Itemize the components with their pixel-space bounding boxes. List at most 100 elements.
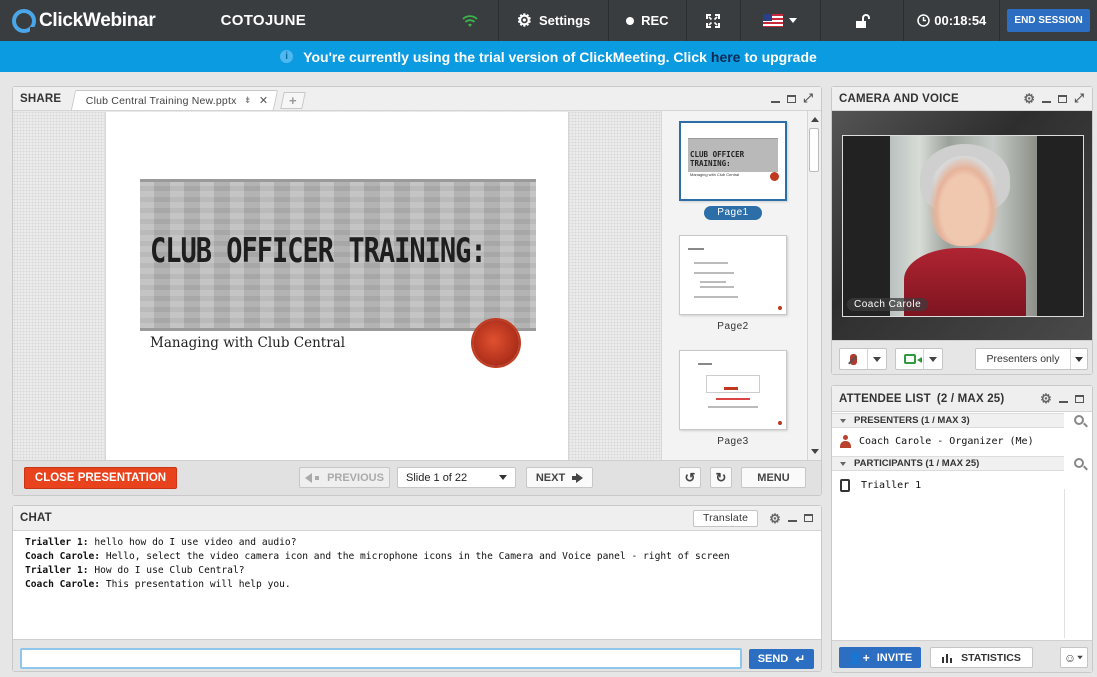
search-icon[interactable]: [1074, 415, 1084, 425]
previous-slide-button[interactable]: PREVIOUS: [299, 467, 390, 488]
microphone-dropdown[interactable]: [868, 349, 886, 369]
thumb-line: [694, 272, 734, 274]
video-face: [928, 156, 1000, 246]
message-author: Trialler 1:: [25, 565, 89, 576]
thumb-subtitle: Managing with Club Central: [690, 172, 740, 177]
upgrade-link[interactable]: here: [711, 49, 741, 65]
participants-header: PARTICIPANTS (1 / MAX 25): [854, 458, 980, 469]
thumbnail-page3[interactable]: [679, 350, 787, 430]
minimize-icon[interactable]: [771, 100, 781, 103]
invite-button[interactable]: 👤+ INVITE: [839, 647, 921, 668]
minimize-icon[interactable]: [1042, 100, 1052, 103]
chevron-down-icon: [789, 18, 798, 23]
minimize-icon[interactable]: [788, 520, 797, 522]
thumbnail-label-page1[interactable]: Page1: [704, 206, 762, 220]
share-stage: CLUB OFFICER TRAINING: Managing with Clu…: [13, 111, 821, 460]
chat-message: Trialler 1: hello how do I use video and…: [25, 536, 805, 550]
share-title: SHARE: [20, 92, 62, 105]
pin-icon[interactable]: ⇟: [244, 95, 252, 106]
banner-text-end: to upgrade: [744, 48, 817, 65]
meeting-name: COTOJUNE: [220, 12, 307, 29]
minimize-icon[interactable]: [1059, 400, 1068, 403]
close-tab-icon[interactable]: ✕: [259, 94, 268, 107]
presenters-header: PRESENTERS (1 / MAX 3): [854, 415, 970, 426]
thumbnails-scrollbar[interactable]: [807, 111, 821, 460]
presenters-only-dropdown[interactable]: [1071, 356, 1087, 362]
scroll-down-icon[interactable]: [811, 449, 819, 454]
emoji-button[interactable]: ☺: [1060, 647, 1088, 668]
share-window-controls: ⤢: [771, 91, 821, 106]
attendee-row[interactable]: Trialler 1: [832, 474, 1064, 496]
thumb-line: [708, 406, 758, 408]
tab-file-name: Club Central Training New.pptx: [86, 94, 237, 107]
gear-icon[interactable]: ⚙: [769, 512, 781, 525]
presenters-section-header[interactable]: PRESENTERS (1 / MAX 3): [832, 413, 1064, 428]
attendee-row[interactable]: Coach Carole - Organizer (Me): [832, 430, 1064, 452]
statistics-button[interactable]: STATISTICS: [930, 647, 1033, 668]
participants-section-header[interactable]: PARTICIPANTS (1 / MAX 25): [832, 456, 1064, 471]
thumb-line: [716, 398, 750, 400]
scroll-thumb[interactable]: [809, 128, 819, 172]
translate-button[interactable]: Translate: [692, 509, 759, 527]
thumbnail-label-page3[interactable]: Page3: [704, 435, 762, 449]
send-button[interactable]: SEND ↵: [749, 649, 814, 669]
thumb-line: [700, 281, 726, 283]
gear-icon[interactable]: ⚙: [1040, 392, 1052, 405]
camera-stage: Coach Carole: [832, 111, 1092, 340]
thumbnail-label-page2[interactable]: Page2: [704, 320, 762, 334]
presentation-tab[interactable]: Club Central Training New.pptx ⇟ ✕: [71, 90, 279, 110]
slide-select[interactable]: Slide 1 of 22: [397, 467, 516, 488]
slide-subtitle: Managing with Club Central: [150, 335, 346, 351]
chat-window-controls: Translate ⚙: [692, 509, 821, 527]
maximize-icon[interactable]: [804, 514, 813, 522]
search-icon[interactable]: [1074, 458, 1084, 468]
logo: ClickWebinar: [0, 0, 205, 41]
fullscreen-button[interactable]: [685, 0, 740, 41]
clock-icon: [917, 14, 930, 27]
slide-select-value: Slide 1 of 22: [406, 471, 468, 484]
maximize-icon[interactable]: [787, 94, 797, 103]
thumb-line: [688, 248, 704, 250]
camera-dropdown[interactable]: [924, 349, 942, 369]
slide-title: CLUB OFFICER TRAINING:: [150, 232, 487, 271]
microphone-button[interactable]: [839, 348, 887, 370]
expand-icon[interactable]: ⤢: [1074, 91, 1084, 106]
settings-label: Settings: [538, 13, 591, 28]
rotate-right-button[interactable]: ↻: [710, 467, 732, 488]
share-panel: SHARE Club Central Training New.pptx ⇟ ✕…: [12, 86, 822, 496]
camera-toggle[interactable]: [896, 349, 924, 369]
close-presentation-button[interactable]: CLOSE PRESENTATION: [24, 467, 177, 489]
menu-button[interactable]: MENU: [741, 467, 806, 488]
thumbnail-page2[interactable]: [679, 235, 787, 315]
next-slide-button[interactable]: NEXT: [526, 467, 593, 488]
add-tab-button[interactable]: +: [280, 92, 306, 109]
chat-message: Coach Carole: Hello, select the video ca…: [25, 550, 805, 564]
settings-button[interactable]: ⚙ Settings: [498, 0, 608, 41]
scroll-up-icon[interactable]: [811, 117, 819, 122]
end-session-button[interactable]: END SESSION: [1007, 9, 1090, 32]
rotate-left-button[interactable]: ↺: [679, 467, 701, 488]
chat-input[interactable]: [20, 648, 742, 669]
lock-room-button[interactable]: [819, 0, 904, 41]
microphone-muted-icon: [850, 353, 857, 365]
expand-icon[interactable]: ⤢: [803, 91, 813, 106]
microphone-toggle[interactable]: [840, 349, 868, 369]
record-button[interactable]: REC: [607, 0, 686, 41]
language-selector[interactable]: [739, 0, 820, 41]
attendee-name: Coach Carole - Organizer (Me): [859, 435, 1034, 447]
gear-icon[interactable]: ⚙: [1023, 92, 1035, 105]
camera-title: CAMERA AND VOICE: [839, 92, 959, 105]
attendee-list-panel: ATTENDEE LIST (2 / MAX 25) ⚙ PRESENTERS …: [831, 385, 1093, 673]
add-user-icon: 👤+: [847, 650, 870, 665]
attendee-scroll-area[interactable]: [1064, 489, 1092, 638]
brand-name: ClickWebinar: [39, 9, 156, 31]
maximize-icon[interactable]: [1058, 94, 1068, 103]
camera-button[interactable]: [895, 348, 943, 370]
smiley-icon: ☺: [1063, 650, 1077, 665]
presenters-only-select[interactable]: Presenters only: [975, 348, 1088, 370]
maximize-icon[interactable]: [1075, 394, 1084, 403]
slide-thumbnails: CLUB OFFICER TRAINING: Managing with Clu…: [661, 111, 807, 460]
statistics-label: STATISTICS: [961, 651, 1021, 664]
thumbnail-page1[interactable]: CLUB OFFICER TRAINING: Managing with Clu…: [679, 121, 787, 201]
fullscreen-icon: [706, 13, 721, 28]
